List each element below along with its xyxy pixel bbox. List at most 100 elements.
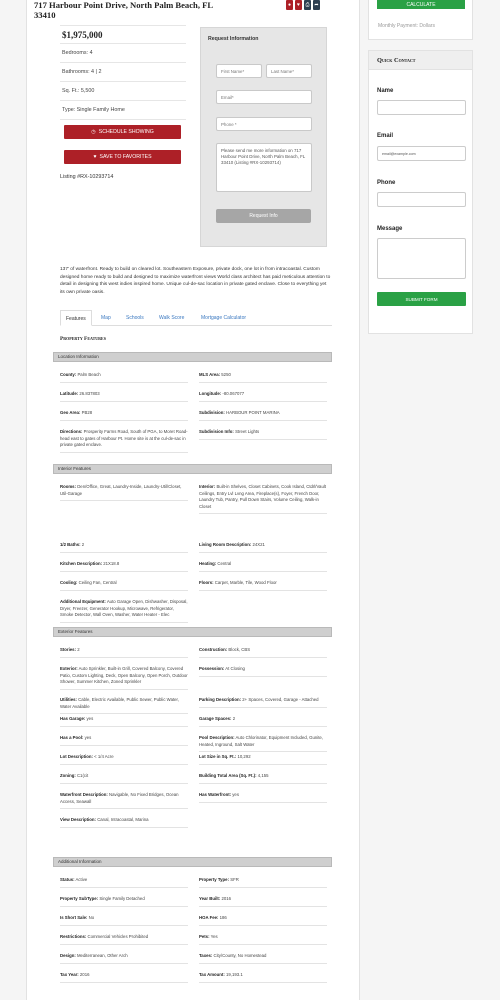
feature-label: Has Garage: [60, 716, 86, 721]
feature-value: Ceiling Fan, Central [78, 580, 117, 585]
print-icon[interactable]: ⎙ [304, 0, 311, 10]
feature-label: Latitude: [60, 391, 79, 396]
request-info-button[interactable]: Request Info [216, 209, 311, 223]
tab-map[interactable]: Map [101, 310, 111, 326]
feature-label: Lot Description: [60, 754, 93, 759]
email-input[interactable]: email@example.com [377, 146, 466, 161]
feature-item: Living Room Description: 24X21 [199, 542, 327, 553]
tab-mortgage-calculator[interactable]: Mortgage Calculator [201, 310, 246, 326]
feature-label: Interior: [199, 484, 216, 489]
feature-item: Interior: Built-in Shelves, Closet Cabin… [199, 484, 327, 515]
feature-label: Floors: [199, 580, 214, 585]
feature-item: Latitude: 26.837803 [60, 391, 188, 402]
section-header: Interior Features [53, 464, 332, 474]
email-field[interactable]: Email* [216, 90, 312, 104]
feature-value: 2 [77, 647, 80, 652]
feature-label: Rooms: [60, 484, 76, 489]
save-favorites-button[interactable]: ♥ SAVE TO FAVORITES [64, 150, 181, 164]
feature-label: Heating: [199, 561, 217, 566]
feature-value: Mediterranean, Other Arch [76, 953, 128, 958]
feature-value: yes [232, 792, 239, 797]
phone-field[interactable]: Phone * [216, 117, 312, 131]
feature-value: 24X21 [252, 542, 265, 547]
detail-tabs: Features Map Schools Walk Score Mortgage… [60, 310, 332, 326]
name-input[interactable] [377, 100, 466, 115]
feature-label: Additional Equipment: [60, 599, 106, 604]
feature-label: Waterfront Description: [60, 792, 108, 797]
request-info-form: Request Information First Name* Last Nam… [200, 27, 327, 247]
name-label: Name [377, 88, 394, 94]
feature-value: Street Lights [235, 429, 260, 434]
feature-item: Subdivision Info: Street Lights [199, 429, 327, 440]
feature-item: Heating: Central [199, 561, 327, 572]
first-name-field[interactable]: First Name* [216, 64, 262, 78]
summary-bathrooms: Bathrooms: 4 | 2 [60, 63, 186, 82]
feature-item: Lot Size in Sq. Ft.: 10,292 [199, 754, 327, 765]
feature-label: Living Room Description: [199, 542, 252, 547]
feature-item: Property Type: SFR [199, 877, 327, 888]
feature-label: Subdivision: [199, 410, 225, 415]
feature-item: Geo Area: PB28 [60, 410, 188, 421]
feature-label: Property Type: [199, 877, 230, 882]
feature-item: Longitude: -80.067077 [199, 391, 327, 402]
feature-label: Stories: [60, 647, 76, 652]
feature-value: 2 [81, 542, 85, 547]
feature-label: Parking Description: [199, 697, 242, 702]
feature-item: Garage Spaces: 2 [199, 716, 327, 727]
schedule-showing-button[interactable]: ◷ SCHEDULE SHOWING [64, 125, 181, 139]
feature-label: Exterior: [60, 666, 78, 671]
heart-icon: ♥ [93, 154, 97, 160]
feature-item: 1/2 Baths: 2 [60, 542, 188, 553]
submit-form-button[interactable]: SUBMIT FORM [377, 292, 466, 306]
feature-item: Additional Equipment: Auto Garage Open, … [60, 599, 188, 623]
feature-label: HOA Fee: [199, 915, 219, 920]
message-field[interactable]: Please send me more information on 717 H… [216, 143, 312, 192]
feature-label: Zoning: [60, 773, 76, 778]
feature-label: Garage Spaces: [199, 716, 232, 721]
phone-label: Phone [377, 180, 396, 186]
feature-value: Canal, Intracoastal, Marina [97, 817, 149, 822]
pin-icon[interactable]: ● [286, 0, 293, 10]
feature-value: -80.067077 [222, 391, 245, 396]
feature-item: Cooling: Ceiling Fan, Central [60, 580, 188, 591]
request-info-title: Request Information [208, 36, 259, 42]
feature-label: Is Short Sale: [60, 915, 88, 920]
feature-value: Auto Sprinkler, Built-in Grill, Covered … [60, 666, 188, 685]
share-icon[interactable]: ➦ [313, 0, 320, 10]
feature-item: Has a Pool: yes [60, 735, 188, 746]
feature-value: 186 [219, 915, 227, 920]
feature-item: Status: Active [60, 877, 188, 888]
feature-value: SFR [230, 877, 239, 882]
feature-value: 5250 [221, 372, 231, 377]
schedule-showing-label: SCHEDULE SHOWING [98, 129, 154, 135]
calculate-button[interactable]: CALCULATE [377, 0, 465, 9]
tab-features[interactable]: Features [60, 310, 92, 326]
feature-item: Possession: At Closing [199, 666, 327, 677]
feature-item: Lot Description: < 1/4 Acre [60, 754, 188, 765]
feature-value: 2 [232, 716, 236, 721]
feature-label: Has a Pool: [60, 735, 84, 740]
feature-label: Pets: [199, 934, 210, 939]
feature-label: Lot Size in Sq. Ft.: [199, 754, 237, 759]
feature-value: 19,193.1 [225, 972, 243, 977]
feature-value: Den/Office, Great, Laundry-Inside, Laund… [60, 484, 182, 496]
message-input[interactable] [377, 238, 466, 279]
quick-contact-title: Quick Contact [369, 51, 472, 70]
phone-input[interactable] [377, 192, 466, 207]
feature-value: City/County, No Homestead [213, 953, 267, 958]
feature-label: Construction: [199, 647, 228, 652]
tab-walk-score[interactable]: Walk Score [159, 310, 184, 326]
last-name-field[interactable]: Last Name* [266, 64, 312, 78]
feature-item: Subdivision: HARBOUR POINT MARINA [199, 410, 327, 421]
heart-icon[interactable]: ♥ [295, 0, 302, 10]
save-favorites-label: SAVE TO FAVORITES [99, 154, 152, 160]
feature-value: Cable, Electric Available, Public Sewer,… [60, 697, 179, 709]
share-toolbar: ● ♥ ⎙ ➦ [286, 0, 320, 10]
listing-number: Listing #RX-10293714 [60, 174, 114, 180]
feature-item: Pool Description: Auto Chlorinator, Equi… [199, 735, 327, 753]
tab-schools[interactable]: Schools [126, 310, 144, 326]
summary-bedrooms: Bedrooms: 4 [60, 44, 186, 63]
email-label: Email [377, 133, 394, 139]
feature-label: Utilities: [60, 697, 77, 702]
feature-item: HOA Fee: 186 [199, 915, 327, 926]
